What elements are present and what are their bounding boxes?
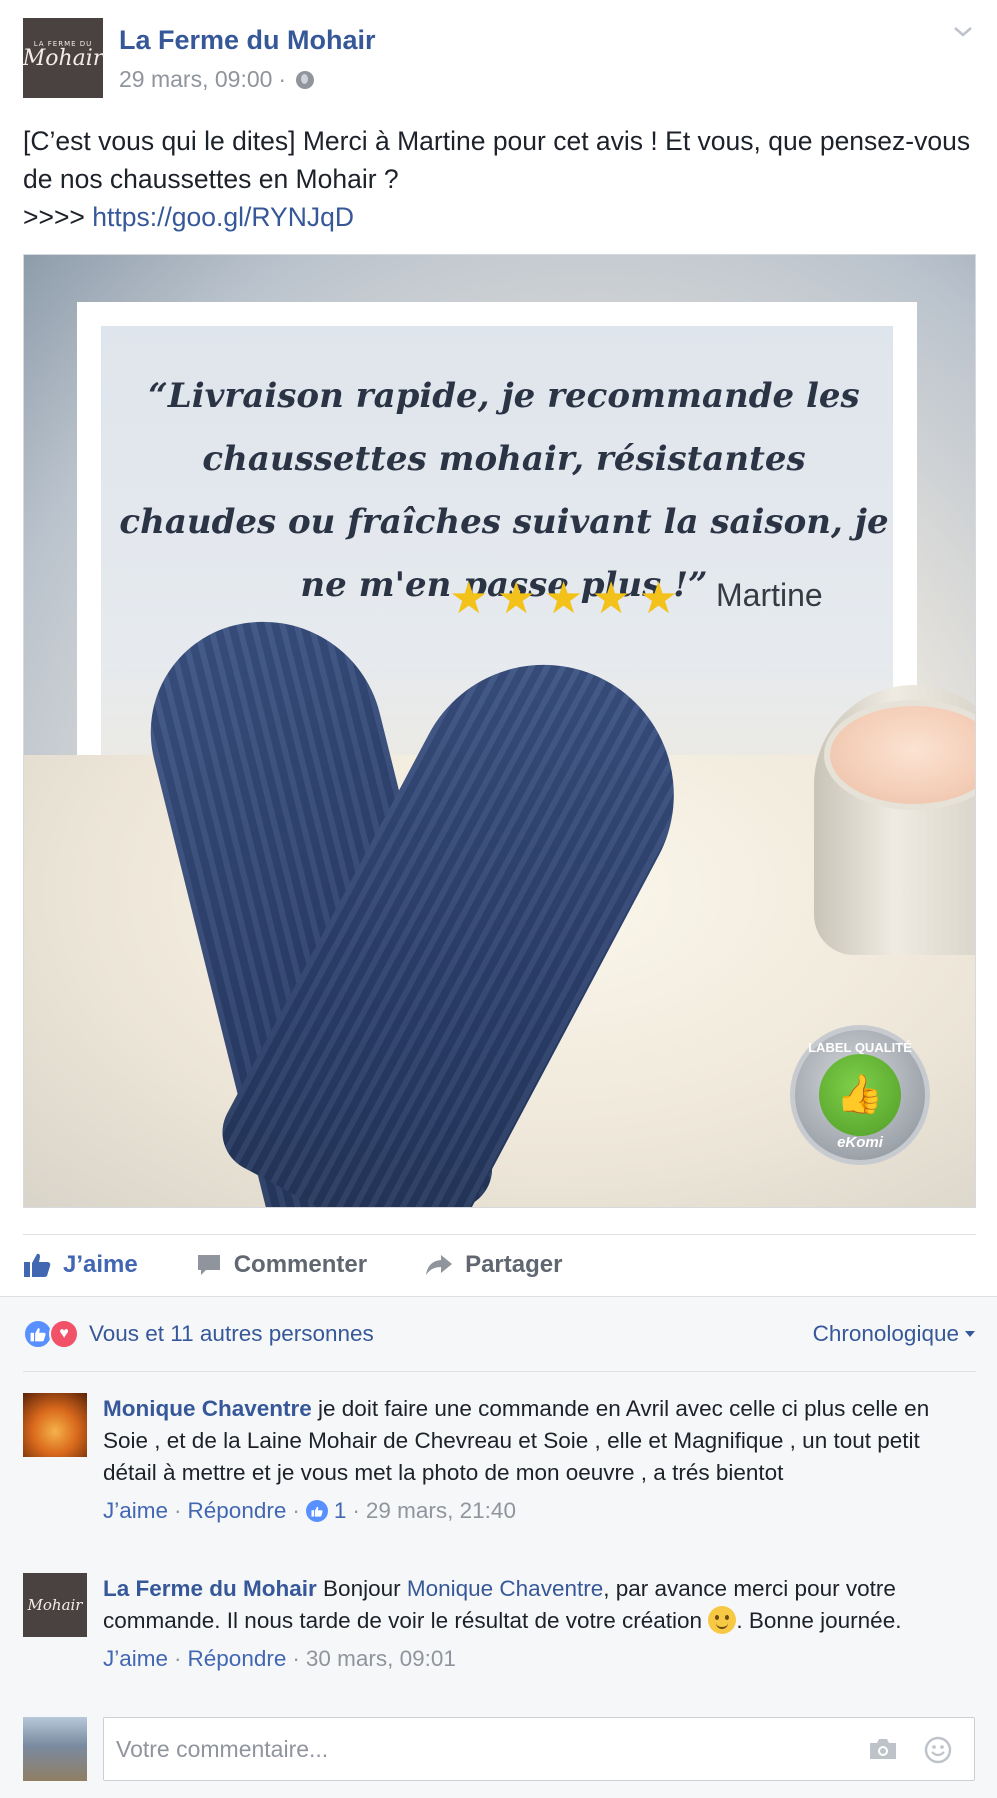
share-arrow-icon bbox=[426, 1255, 453, 1275]
smiley-icon[interactable] bbox=[924, 1736, 952, 1764]
comment-label: Commenter bbox=[233, 1251, 368, 1278]
page-name-link[interactable]: La Ferme du Mohair bbox=[119, 25, 376, 56]
comment-like-link[interactable]: J’aime bbox=[103, 1495, 168, 1527]
share-button[interactable]: Partager bbox=[425, 1251, 562, 1279]
commenter-avatar[interactable]: Mohair bbox=[23, 1573, 87, 1637]
globe-icon[interactable] bbox=[296, 70, 315, 89]
badge-bottom-text: eKomi bbox=[837, 1134, 883, 1151]
like-label: J’aime bbox=[63, 1251, 138, 1278]
comment-text-end: . Bonne journée. bbox=[736, 1608, 902, 1633]
post-text-body: [C’est vous qui le dites] Merci à Martin… bbox=[23, 126, 971, 194]
badge-top-text: LABEL QUALITÉ bbox=[808, 1040, 912, 1055]
meta-separator: · bbox=[292, 1498, 300, 1523]
avatar-text: Mohair bbox=[27, 1596, 83, 1614]
comments-area: ♥ Vous et 11 autres personnes Chronologi… bbox=[0, 1296, 997, 1798]
comment-reply-link[interactable]: Répondre bbox=[188, 1495, 287, 1527]
comment-like-count[interactable]: 1 bbox=[334, 1495, 347, 1527]
meta-separator: · bbox=[292, 1646, 300, 1671]
comment-input[interactable] bbox=[104, 1718, 844, 1780]
comment-button[interactable]: Commenter bbox=[196, 1251, 367, 1279]
page-avatar[interactable]: LA FERME DU Mohair bbox=[23, 18, 103, 98]
meta-separator: · bbox=[174, 1646, 182, 1671]
reviewer-name: Martine bbox=[716, 577, 823, 613]
post-link[interactable]: https://goo.gl/RYNJqD bbox=[92, 202, 354, 232]
thumbs-up-icon bbox=[24, 1253, 51, 1277]
comment-icon bbox=[197, 1255, 220, 1275]
rating-stars: ★★★★★ bbox=[449, 574, 687, 623]
comment-sort-dropdown[interactable]: Chronologique bbox=[813, 1321, 975, 1347]
comment-body: La Ferme du Mohair Bonjour Monique Chave… bbox=[103, 1573, 963, 1675]
comment-time[interactable]: 29 mars, 21:40 bbox=[366, 1495, 516, 1527]
like-button[interactable]: J’aime bbox=[23, 1251, 138, 1279]
comment-meta: J’aime · Répondre · 1 · 29 mars, 21:40 bbox=[103, 1495, 963, 1527]
meta-separator: · bbox=[352, 1498, 360, 1523]
post-text: [C’est vous qui le dites] Merci à Martin… bbox=[23, 122, 973, 236]
reactions-text: Vous et 11 autres personnes bbox=[89, 1321, 374, 1346]
sort-label: Chronologique bbox=[812, 1321, 959, 1346]
wink-emoji-icon bbox=[708, 1606, 737, 1634]
chevron-down-icon[interactable] bbox=[952, 20, 974, 42]
action-bar: J’aime Commenter Partager bbox=[23, 1245, 620, 1285]
post-image[interactable]: “Livraison rapide, je recommande les cha… bbox=[23, 254, 976, 1208]
like-reaction-icon[interactable] bbox=[305, 1500, 328, 1522]
mention-link[interactable]: Monique Chaventre bbox=[407, 1576, 603, 1601]
comment-meta: J’aime · Répondre · 30 mars, 09:01 bbox=[103, 1643, 963, 1675]
comment-time[interactable]: 30 mars, 09:01 bbox=[306, 1643, 456, 1675]
comment-text-before: Bonjour bbox=[316, 1576, 407, 1601]
action-divider bbox=[23, 1234, 976, 1235]
commenter-avatar[interactable] bbox=[23, 1393, 87, 1457]
love-reaction-icon: ♥ bbox=[49, 1319, 79, 1349]
comment-reply-link[interactable]: Répondre bbox=[188, 1643, 287, 1675]
reactions-summary[interactable]: ♥ Vous et 11 autres personnes bbox=[23, 1319, 374, 1349]
post-text-prefix: >>>> bbox=[23, 202, 93, 232]
caret-down-icon bbox=[965, 1331, 975, 1337]
comment-like-link[interactable]: J’aime bbox=[103, 1643, 168, 1675]
page-avatar-text: Mohair bbox=[22, 45, 104, 71]
post-card: LA FERME DU Mohair La Ferme du Mohair 29… bbox=[0, 0, 997, 1798]
thumbs-up-icon: 👍 bbox=[819, 1054, 901, 1136]
comment-author-link[interactable]: Monique Chaventre bbox=[103, 1396, 312, 1421]
camera-icon[interactable] bbox=[868, 1736, 898, 1762]
comment-body: Monique Chaventre je doit faire une comm… bbox=[103, 1393, 963, 1527]
meta-separator: · bbox=[174, 1498, 182, 1523]
comments-divider bbox=[23, 1371, 976, 1372]
reaction-icons: ♥ bbox=[23, 1319, 79, 1349]
user-avatar[interactable] bbox=[23, 1717, 87, 1781]
post-meta: 29 mars, 09:00 · bbox=[119, 66, 315, 93]
comment-composer bbox=[103, 1717, 975, 1781]
meta-separator: · bbox=[278, 66, 287, 92]
ekomi-badge: LABEL QUALITÉ 👍 eKomi bbox=[790, 1025, 930, 1165]
page-avatar-small-text: LA FERME DU bbox=[33, 40, 93, 48]
share-label: Partager bbox=[465, 1251, 563, 1278]
comment-author-link[interactable]: La Ferme du Mohair bbox=[103, 1576, 317, 1601]
post-timestamp[interactable]: 29 mars, 09:00 bbox=[119, 66, 272, 93]
